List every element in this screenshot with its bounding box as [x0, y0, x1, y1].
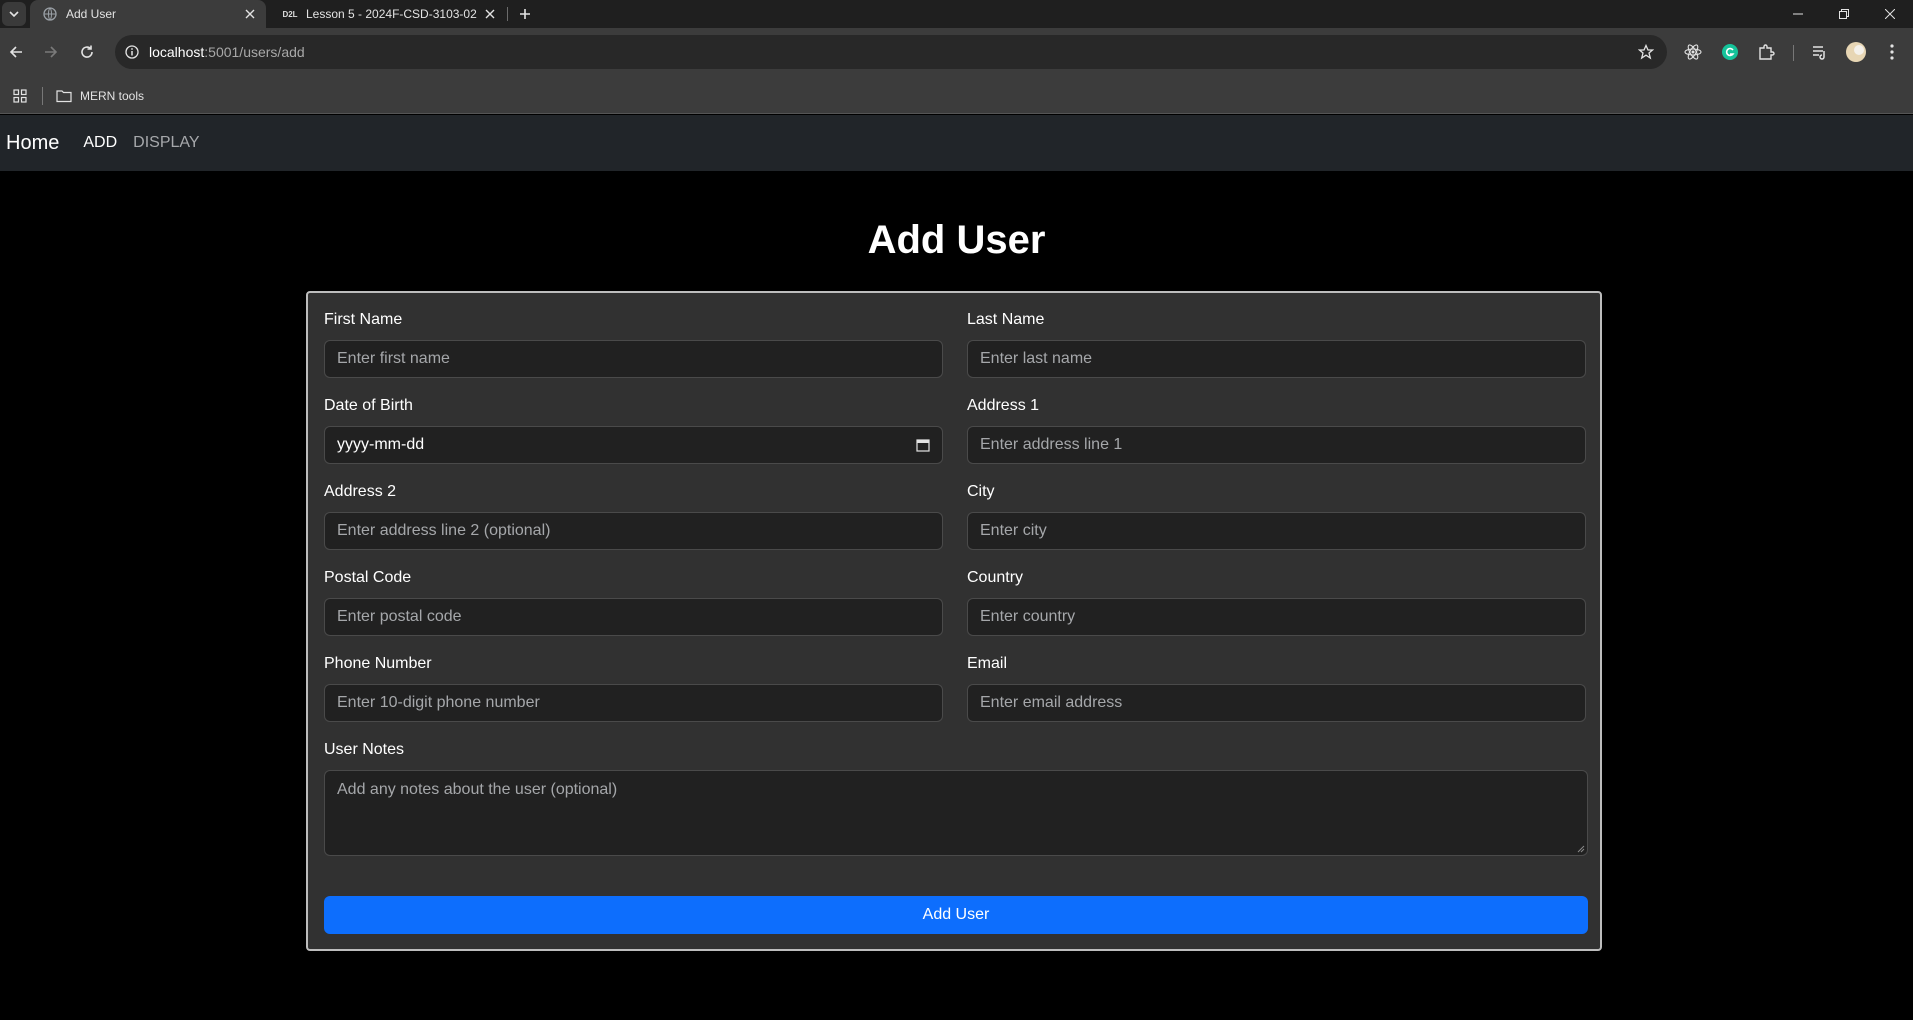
phone-group: Phone Number Enter 10-digit phone number: [324, 654, 943, 722]
dob-group: Date of Birth yyyy-mm-dd: [324, 396, 943, 464]
add-user-button[interactable]: Add User: [324, 896, 1588, 934]
tab-search-button[interactable]: [2, 2, 26, 26]
forward-button[interactable]: [35, 36, 67, 68]
city-group: City Enter city: [967, 482, 1586, 550]
resize-grip-icon[interactable]: [1577, 845, 1585, 853]
tab-add-user[interactable]: Add User: [30, 0, 266, 28]
address1-input[interactable]: Enter address line 1: [967, 426, 1586, 464]
last-name-input[interactable]: Enter last name: [967, 340, 1586, 378]
minimize-button[interactable]: [1775, 0, 1821, 28]
close-tab-icon[interactable]: [240, 4, 260, 24]
bookmarks-separator: [42, 87, 43, 105]
tab-lesson-5[interactable]: D2L Lesson 5 - 2024F-CSD-3103-02: [270, 0, 506, 28]
bookmark-label: MERN tools: [80, 89, 145, 103]
plus-icon: [520, 9, 530, 19]
close-window-button[interactable]: [1867, 0, 1913, 28]
add-user-form: First Name Enter first name Last Name En…: [306, 291, 1602, 951]
restore-icon: [1839, 9, 1849, 19]
address1-group: Address 1 Enter address line 1: [967, 396, 1586, 464]
d2l-favicon: D2L: [282, 9, 298, 19]
address1-label: Address 1: [967, 397, 1040, 414]
avatar[interactable]: [1842, 38, 1870, 66]
site-info-icon[interactable]: [115, 35, 149, 69]
react-devtools-icon[interactable]: [1679, 38, 1707, 66]
new-tab-button[interactable]: [513, 2, 537, 26]
calendar-icon[interactable]: [916, 438, 930, 452]
phone-label: Phone Number: [324, 655, 432, 672]
email-input[interactable]: Enter email address: [967, 684, 1586, 722]
media-controls-icon[interactable]: [1806, 38, 1834, 66]
arrow-left-icon: [9, 46, 22, 58]
navbar-brand-home[interactable]: Home: [6, 132, 59, 155]
first-name-group: First Name Enter first name: [324, 310, 943, 378]
first-name-label: First Name: [324, 311, 403, 328]
folder-icon: [56, 90, 72, 103]
postal-code-label: Postal Code: [324, 569, 412, 586]
email-label: Email: [967, 655, 1008, 672]
url-text: localhost:5001/users/add: [149, 44, 305, 60]
minimize-icon: [1793, 13, 1803, 15]
notes-textarea[interactable]: Add any notes about the user (optional): [324, 770, 1588, 856]
arrow-right-icon: [45, 46, 58, 58]
tab-title: Add User: [66, 7, 117, 21]
nav-link-display[interactable]: DISPLAY: [133, 134, 199, 152]
nav-link-add[interactable]: ADD: [83, 134, 117, 152]
bookmark-star-icon[interactable]: [1637, 43, 1655, 61]
address2-label: Address 2: [324, 483, 397, 500]
address2-input[interactable]: Enter address line 2 (optional): [324, 512, 943, 550]
grammarly-icon[interactable]: [1716, 38, 1744, 66]
close-icon: [1885, 9, 1895, 19]
dob-input[interactable]: yyyy-mm-dd: [324, 426, 943, 464]
page-title: Add User: [867, 218, 1046, 262]
email-group: Email Enter email address: [967, 654, 1586, 722]
address-bar[interactable]: localhost:5001/users/add: [115, 35, 1667, 69]
toolbar-separator: [1793, 45, 1794, 61]
extensions-puzzle-icon[interactable]: [1752, 38, 1780, 66]
chevron-down-icon: [9, 11, 19, 18]
globe-icon: [42, 6, 58, 22]
dob-value: yyyy-mm-dd: [337, 436, 425, 453]
notes-placeholder: Add any notes about the user (optional): [337, 781, 618, 798]
reload-icon: [81, 45, 93, 58]
back-button[interactable]: [0, 36, 32, 68]
notes-label: User Notes: [324, 741, 405, 758]
country-label: Country: [967, 569, 1024, 586]
reload-button[interactable]: [71, 36, 103, 68]
last-name-group: Last Name Enter last name: [967, 310, 1586, 378]
notes-group: User Notes Add any notes about the user …: [324, 740, 1588, 856]
browser-tab-strip: Add User D2L Lesson 5 - 2024F-CSD-3103-0…: [0, 0, 1913, 28]
phone-input[interactable]: Enter 10-digit phone number: [324, 684, 943, 722]
close-tab-icon[interactable]: [480, 4, 500, 24]
dob-label: Date of Birth: [324, 397, 413, 414]
menu-kebab-icon[interactable]: [1878, 38, 1906, 66]
postal-code-input[interactable]: Enter postal code: [324, 598, 943, 636]
apps-grid-icon[interactable]: [10, 86, 30, 106]
country-group: Country Enter country: [967, 568, 1586, 636]
restore-button[interactable]: [1821, 0, 1867, 28]
app-navbar: Home ADD DISPLAY: [0, 115, 1913, 171]
country-input[interactable]: Enter country: [967, 598, 1586, 636]
postal-code-group: Postal Code Enter postal code: [324, 568, 943, 636]
bookmark-folder-mern-tools[interactable]: MERN tools: [56, 84, 144, 108]
first-name-input[interactable]: Enter first name: [324, 340, 943, 378]
bookmarks-bar: MERN tools: [0, 78, 1913, 114]
tab-title: Lesson 5 - 2024F-CSD-3103-02: [306, 7, 477, 21]
city-input[interactable]: Enter city: [967, 512, 1586, 550]
city-label: City: [967, 483, 995, 500]
address2-group: Address 2 Enter address line 2 (optional…: [324, 482, 943, 550]
tab-separator: [507, 7, 508, 21]
last-name-label: Last Name: [967, 311, 1045, 328]
